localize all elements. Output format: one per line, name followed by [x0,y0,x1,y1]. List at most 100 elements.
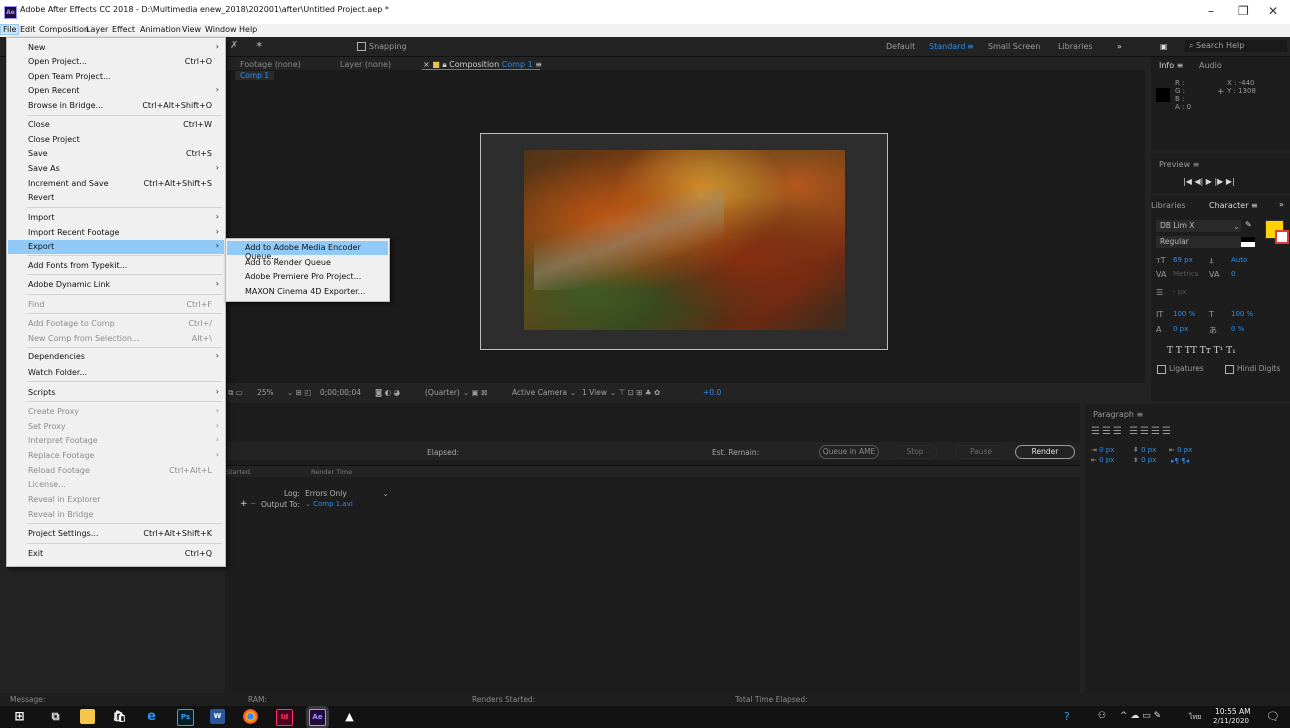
search-help-field[interactable]: ⌕ Search Help [1185,40,1287,52]
horizontal-scale-value[interactable]: 100 % [1231,310,1253,318]
file-menu-item[interactable]: Create Proxy › [8,405,224,419]
file-menu-item[interactable]: Project Settings... Ctrl+Alt+Shift+K [8,527,224,541]
file-menu-item[interactable]: Dependencies › [8,350,224,364]
file-menu-item[interactable]: Open Project... Ctrl+O [8,55,224,69]
workspace-menu-icon[interactable]: ≡ [967,42,974,51]
file-menu-item[interactable]: Import Recent Footage › [8,226,224,240]
tab-audio[interactable]: Audio [1199,61,1222,70]
alignment-buttons[interactable]: ☰☰☰ ☰☰☰☰ [1091,426,1173,437]
space-before[interactable]: ⇞ 0 px [1133,446,1156,454]
file-menu-item[interactable]: Reload Footage Ctrl+Alt+L [8,464,224,478]
font-size-value[interactable]: 69 px [1173,256,1193,264]
menu-view[interactable]: View [182,25,201,34]
playback-controls[interactable]: |◀ ◀| ▶ |▶ ▶| [1183,177,1235,186]
ligatures-checkbox[interactable]: Ligatures [1157,364,1204,374]
indesign-icon[interactable]: Id [276,709,293,726]
resolution-dropdown[interactable]: (Quarter) [425,388,460,397]
chevron-down-icon[interactable]: ⌄ [1233,222,1240,231]
menu-layer[interactable]: Layer [86,25,108,34]
text-style-buttons[interactable]: T T TT Tт T¹ T₁ [1167,346,1236,356]
clock-date[interactable]: 2/11/2020 [1213,717,1249,725]
people-icon[interactable]: ⚇ [1098,711,1106,721]
stroke-color-swatch[interactable] [1275,230,1289,244]
add-output-icon[interactable]: + [240,499,248,509]
stroke-width-value[interactable]: - px [1173,288,1186,296]
preview-title[interactable]: Preview ≡ [1159,160,1199,169]
transparency-grid-icon[interactable]: ⌄ ▣ ⊠ [463,388,487,397]
file-menu-item[interactable]: Watch Folder... [8,366,224,380]
direction-buttons[interactable]: ▸¶ ¶◂ [1171,457,1189,465]
tab-character[interactable]: Character ≡ [1209,201,1258,210]
file-menu-item[interactable]: Open Team Project... [8,70,224,84]
menu-file[interactable]: File [0,24,20,35]
photoshop-icon[interactable]: Ps [177,709,194,726]
indent-right[interactable]: ⇤ 0 px [1091,456,1114,464]
tab-layer[interactable]: Layer (none) [340,60,391,69]
black-white-swatch[interactable] [1241,237,1255,247]
file-menu-item[interactable]: Open Recent › [8,84,224,98]
comp-crumb[interactable]: Comp 1 [235,71,275,80]
vertical-scale-value[interactable]: 100 % [1173,310,1195,318]
file-menu-item[interactable]: New Comp from Selection... Alt+\ [8,332,224,346]
baseline-shift-value[interactable]: 0 px [1173,325,1188,333]
font-family-dropdown[interactable]: DB Lim X [1156,220,1241,232]
file-menu-item[interactable]: Replace Footage › [8,449,224,463]
chevron-down-icon[interactable]: ⌄ [570,388,576,397]
camera-snapshot-icon[interactable]: ◙ ◐ ◕ [375,388,400,397]
remove-output-icon[interactable]: − [250,499,256,508]
output-to-path[interactable]: ⌄ Comp 1.avi [305,500,353,508]
export-submenu-item[interactable]: MAXON Cinema 4D Exporter... [227,285,388,299]
exposure-value[interactable]: +0.0 [703,388,721,397]
file-menu-item[interactable]: Export › [8,240,224,254]
minimize-button[interactable]: – [1208,4,1214,18]
stop-button[interactable]: Stop [893,445,937,459]
pause-button[interactable]: Pause [955,445,1007,459]
tab-info[interactable]: Info ≡ [1159,61,1183,70]
puppet-tool-icon[interactable]: ✶ [255,40,263,51]
file-menu-item[interactable]: Close Ctrl+W [8,118,224,132]
file-menu-item[interactable]: Interpret Footage › [8,434,224,448]
indent-first[interactable]: ⇤ 0 px [1169,446,1192,454]
font-style-dropdown[interactable]: Regular [1156,236,1241,248]
file-menu-item[interactable]: Import › [8,211,224,225]
file-menu-item[interactable]: License... [8,478,224,492]
workspace-libraries[interactable]: Libraries [1058,42,1093,51]
file-menu-item[interactable]: Find Ctrl+F [8,298,224,312]
kerning-value[interactable]: Metrics [1173,270,1198,278]
sync-settings-icon[interactable]: ▣ [1160,42,1168,51]
file-menu-item[interactable]: Revert [8,191,224,205]
file-menu-item[interactable]: Close Project [8,133,224,147]
store-icon[interactable]: 🛍︎ [112,709,127,724]
snapping-toggle[interactable]: Snapping [357,42,407,51]
file-menu-item[interactable]: New › [8,41,224,55]
menu-composition[interactable]: Composition [39,25,89,34]
menu-edit[interactable]: Edit [20,25,36,34]
region-icon[interactable]: ⧉ ▭ [228,388,243,398]
file-menu-item[interactable]: Exit Ctrl+Q [8,547,224,561]
notifications-icon[interactable]: 🗨︎ [1266,710,1280,723]
grid-icon[interactable]: ⌄ ⊞ ◰ [287,388,311,397]
eyedropper-icon[interactable]: ✎ [1245,220,1252,229]
menu-animation[interactable]: Animation [140,25,181,34]
paragraph-title[interactable]: Paragraph ≡ [1093,410,1143,419]
menu-effect[interactable]: Effect [112,25,135,34]
file-menu-item[interactable]: Add Fonts from Typekit... [8,259,224,273]
leading-value[interactable]: Auto [1231,256,1247,264]
close-button[interactable]: ✕ [1268,4,1278,18]
menu-window[interactable]: Window [205,25,237,34]
camera-dropdown[interactable]: Active Camera [512,388,567,397]
space-after[interactable]: ⇟ 0 px [1133,456,1156,464]
view-layout-dropdown[interactable]: 1 View [582,388,607,397]
timecode[interactable]: 0;00;00;04 [320,388,361,397]
photos-icon[interactable]: ▲ [342,709,357,724]
file-menu-item[interactable]: Save As › [8,162,224,176]
tray-icons[interactable]: ^ ☁ ▭ ✎ [1120,711,1161,721]
help-icon[interactable]: ? [1064,710,1070,723]
queue-in-ame-button[interactable]: Queue in AME [819,445,879,459]
chrome-icon[interactable] [243,709,258,724]
file-menu-item[interactable]: Save Ctrl+S [8,147,224,161]
indent-left[interactable]: ⇥ 0 px [1091,446,1114,454]
start-icon[interactable]: ⊞ [12,709,27,724]
file-menu-item[interactable]: Reveal in Explorer [8,493,224,507]
workspace-small-screen[interactable]: Small Screen [988,42,1040,51]
